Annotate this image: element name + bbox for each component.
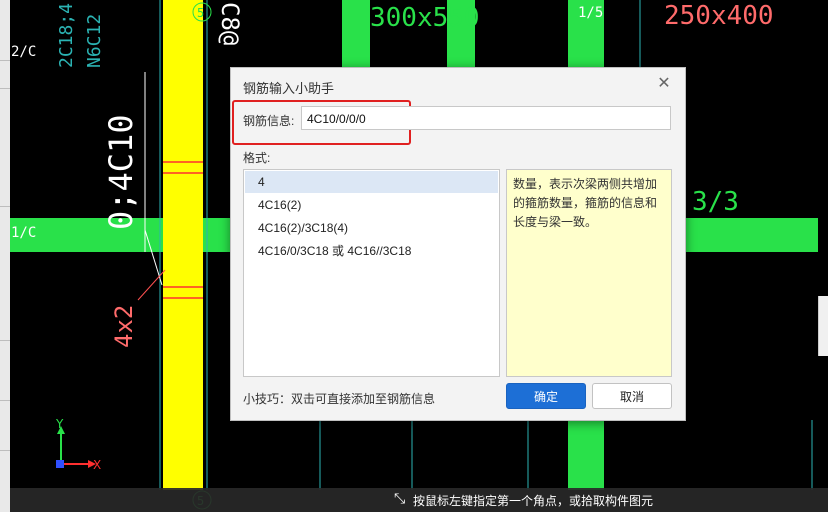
- beam-size-label: 300x550: [370, 3, 480, 33]
- beam-horizontal: [684, 218, 818, 252]
- format-item[interactable]: 4C16(2)/3C18(4): [245, 217, 498, 239]
- format-item[interactable]: 4: [245, 171, 498, 193]
- beam-vertical: [342, 0, 370, 68]
- format-item[interactable]: 4C16(2): [245, 194, 498, 216]
- format-list[interactable]: 4 4C16(2) 4C16(2)/3C18(4) 4C16/0/3C18 或 …: [243, 169, 500, 377]
- cancel-button[interactable]: 取消: [592, 383, 672, 409]
- right-scroll-strip[interactable]: [818, 296, 828, 356]
- beam-vertical: [568, 420, 604, 490]
- ok-button[interactable]: 确定: [506, 383, 586, 409]
- axis-label: 5: [197, 6, 204, 20]
- format-item[interactable]: 4C16/0/3C18 或 4C16//3C18: [245, 240, 498, 262]
- dialog-title: 钢筋输入小助手: [243, 81, 335, 96]
- rebar-label: C8@: [216, 2, 244, 45]
- left-rebar-text: 2C18;4: [56, 3, 77, 68]
- rebar-main-label: 0;4C10: [102, 114, 140, 230]
- y-axis-label: Y: [55, 417, 64, 431]
- close-icon[interactable]: ✕: [655, 75, 673, 93]
- fraction-label: 3/3: [692, 187, 739, 217]
- format-description: 数量，表示次梁两侧共增加的箍筋数量，箍筋的信息和长度与梁一致。: [506, 169, 672, 377]
- beam-size-label: 250x400: [664, 1, 774, 31]
- left-toolbar-strip: [0, 0, 10, 512]
- format-label: 格式:: [243, 151, 271, 165]
- fraction-label: 1/5: [578, 5, 603, 21]
- axis-label: 2/C: [11, 44, 36, 60]
- x-axis-label: X: [93, 458, 101, 472]
- status-text: 按鼠标左键指定第一个角点，或拾取构件图元: [413, 494, 654, 508]
- left-rebar-text: N6C12: [84, 14, 105, 68]
- crosshair-icon: ⤡: [394, 491, 406, 507]
- axis-label: 1/C: [11, 225, 36, 241]
- rebar-info-label: 钢筋信息:: [243, 114, 295, 128]
- column-strip: [163, 0, 203, 490]
- tip-text: 小技巧：双击可直接添加至钢筋信息: [243, 392, 436, 406]
- rebar-info-input[interactable]: 4C10/0/0/0: [301, 106, 671, 130]
- stirrup-label: 4x2: [110, 305, 138, 348]
- status-bar: ⤡ 按鼠标左键指定第一个角点，或拾取构件图元: [10, 488, 828, 512]
- rebar-input-dialog: 钢筋输入小助手 ✕ 钢筋信息: 4C10/0/0/0 格式: 4 4C16(2)…: [230, 67, 686, 421]
